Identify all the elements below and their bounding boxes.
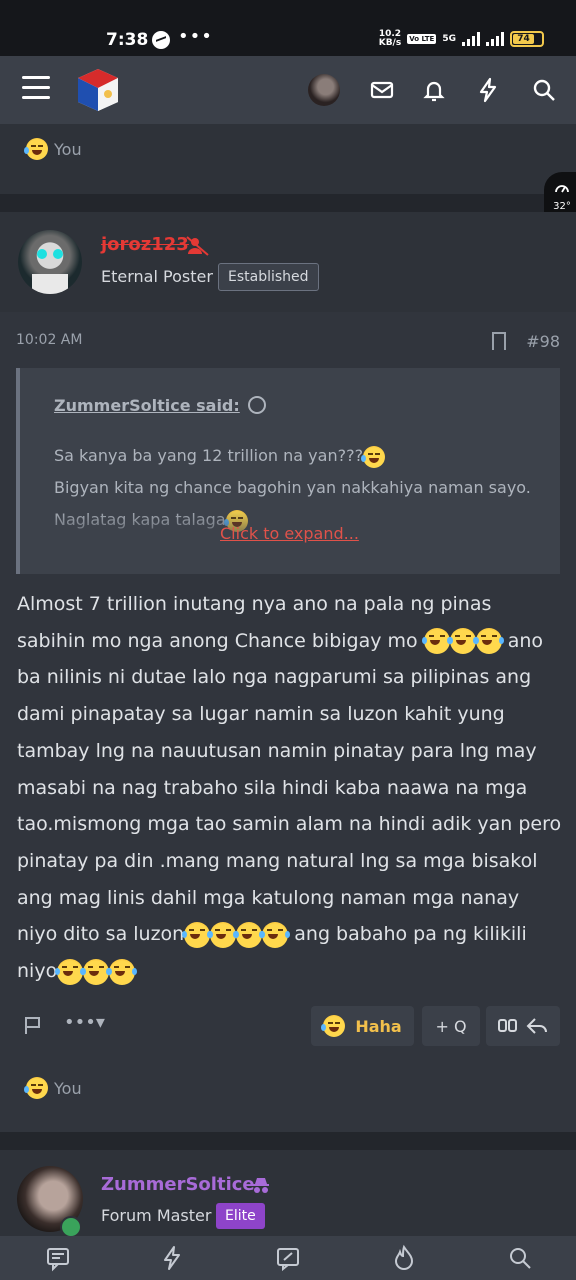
quote-author-link[interactable]: ZummerSoltice said: bbox=[54, 396, 240, 415]
tears-of-joy-emoji-icon bbox=[473, 628, 504, 655]
tears-of-joy-emoji-icon bbox=[55, 958, 86, 985]
laughing-emoji-icon bbox=[321, 1015, 346, 1037]
post-timestamp[interactable]: 10:02 AM bbox=[16, 332, 82, 348]
author-avatar[interactable] bbox=[18, 230, 82, 294]
post-separator bbox=[0, 194, 576, 212]
more-options-icon[interactable]: •••▾ bbox=[64, 1012, 105, 1033]
reaction-haha-button[interactable]: Haha bbox=[311, 1006, 414, 1046]
multiquote-button[interactable]: + Q bbox=[422, 1006, 480, 1046]
go-to-quote-icon[interactable] bbox=[248, 396, 266, 414]
inbox-icon[interactable] bbox=[368, 76, 396, 104]
avatar-image bbox=[32, 249, 68, 294]
laughing-emoji-icon bbox=[361, 445, 386, 468]
post-actions: •••▾ Haha + Q bbox=[0, 1006, 576, 1046]
tears-of-joy-emoji-icon bbox=[421, 628, 452, 655]
bell-icon[interactable] bbox=[420, 76, 448, 104]
status-time: 7:38 bbox=[106, 30, 149, 50]
post-message: Almost 7 trillion inutang nya ano na pal… bbox=[17, 586, 562, 990]
expand-quote-link[interactable]: Click to expand... bbox=[220, 524, 359, 543]
laughing-emoji-icon bbox=[24, 138, 48, 160]
author-title: Eternal Poster bbox=[101, 267, 213, 286]
tears-of-joy-emoji-icon bbox=[260, 921, 291, 948]
author-name[interactable]: joroz123 bbox=[101, 234, 189, 255]
tears-of-joy-emoji-icon bbox=[107, 958, 138, 985]
search-icon[interactable] bbox=[530, 76, 558, 104]
reaction-summary[interactable]: You bbox=[24, 138, 82, 160]
forums-icon[interactable] bbox=[44, 1244, 72, 1272]
tears-of-joy-emoji-icon bbox=[182, 921, 213, 948]
volte-icon: Vo LTE bbox=[407, 34, 437, 44]
next-post-author-header: ZummerSoltice Forum Master Elite bbox=[0, 1150, 576, 1238]
post-reaction-summary[interactable]: You bbox=[24, 1077, 82, 1099]
more-notifications-icon: ••• bbox=[178, 26, 213, 47]
reply-icon bbox=[526, 1018, 547, 1034]
incognito-icon bbox=[253, 1178, 269, 1193]
battery-icon: 74 bbox=[510, 31, 544, 47]
post-author-header: joroz123 Eternal Poster Established bbox=[0, 212, 576, 312]
author-badge: Established bbox=[218, 263, 319, 291]
post-thread-icon[interactable] bbox=[274, 1244, 302, 1272]
search-nav-icon[interactable] bbox=[506, 1244, 534, 1272]
trending-icon[interactable] bbox=[390, 1244, 418, 1272]
bookmark-icon[interactable] bbox=[492, 332, 506, 350]
quote-icon bbox=[498, 1019, 517, 1032]
whats-new-icon[interactable] bbox=[158, 1244, 186, 1272]
next-author-title: Forum Master bbox=[101, 1206, 212, 1225]
signal-icon-2 bbox=[486, 32, 504, 46]
laughing-emoji-icon bbox=[24, 1077, 48, 1099]
status-bar: 7:38 ••• 10.2 KB/s Vo LTE 5G 74 bbox=[0, 0, 576, 56]
tears-of-joy-emoji-icon bbox=[447, 628, 478, 655]
quote-block: ZummerSoltice said: Sa kanya ba yang 12 … bbox=[16, 368, 560, 574]
menu-icon[interactable] bbox=[22, 76, 50, 100]
banned-user-icon bbox=[186, 236, 209, 256]
tears-of-joy-emoji-icon bbox=[208, 921, 239, 948]
post-number[interactable]: #98 bbox=[526, 332, 560, 351]
quote-reply-button[interactable] bbox=[486, 1006, 560, 1046]
site-logo[interactable] bbox=[74, 66, 122, 114]
bottom-navigation bbox=[0, 1236, 576, 1280]
post-separator bbox=[0, 1132, 576, 1150]
tears-of-joy-emoji-icon bbox=[234, 921, 265, 948]
gauge-icon bbox=[555, 185, 569, 193]
online-status-icon bbox=[60, 1216, 82, 1238]
report-flag-icon[interactable] bbox=[22, 1014, 44, 1036]
messenger-icon bbox=[152, 31, 170, 49]
forum-header bbox=[0, 56, 576, 124]
next-author-badge: Elite bbox=[216, 1203, 265, 1229]
bolt-icon[interactable] bbox=[474, 76, 502, 104]
tears-of-joy-emoji-icon bbox=[81, 958, 112, 985]
next-author-name[interactable]: ZummerSoltice bbox=[101, 1174, 255, 1195]
previous-post-footer bbox=[0, 124, 576, 194]
user-avatar[interactable] bbox=[308, 74, 340, 106]
network-speed: 10.2 KB/s bbox=[378, 29, 402, 48]
network-type: 5G bbox=[442, 34, 456, 44]
signal-icon bbox=[462, 32, 480, 46]
